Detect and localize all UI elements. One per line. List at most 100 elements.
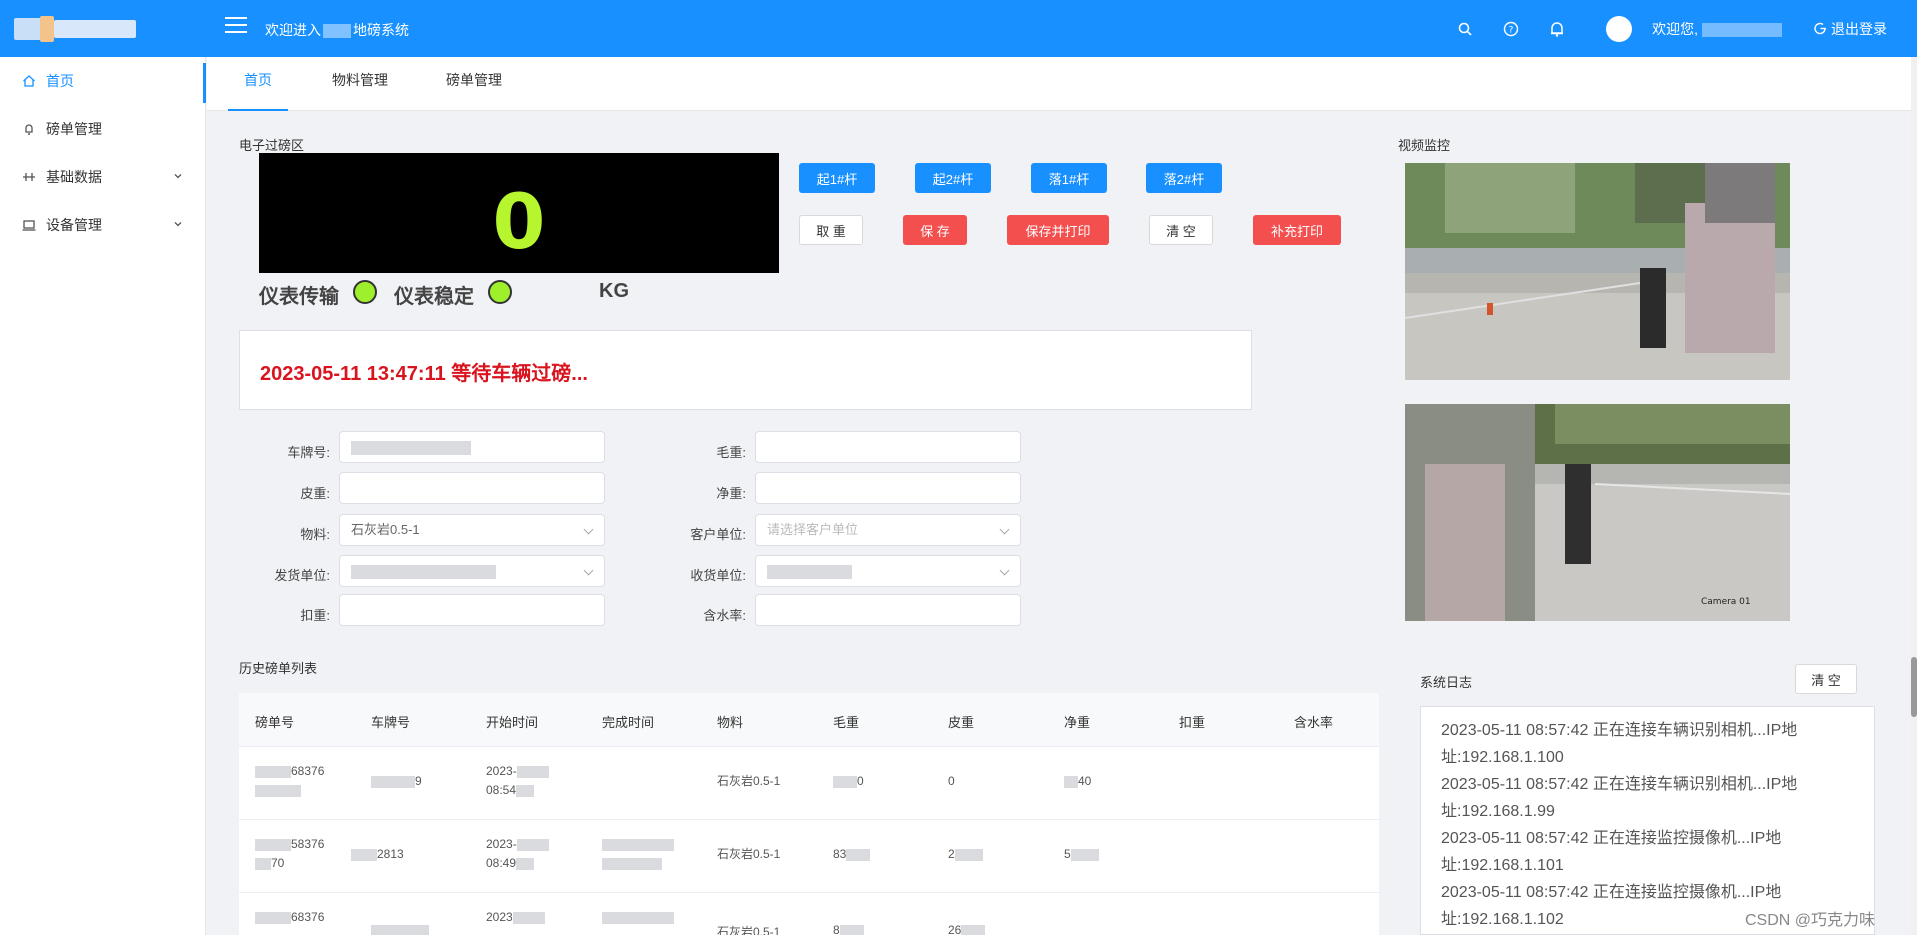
customer-select[interactable]: 请选择客户单位 [755,514,1021,546]
camera-caption: Camera 01 [1701,597,1751,607]
laptop-icon [22,220,36,231]
logout-button[interactable]: 退出登录 [1814,19,1887,39]
raise-gate2-button[interactable]: 起2#杆 [915,163,991,193]
history-title: 历史磅单列表 [239,661,318,676]
indicator-stable-led [488,280,512,304]
gross-input[interactable] [755,431,1021,463]
top-header: 欢迎进入 地磅系统 ? 欢迎您, 退出登录 [0,0,1917,57]
menu-toggle-icon[interactable] [225,17,247,37]
sidebar-item-home[interactable]: 首页 [0,57,206,105]
column-header: 皮重 [948,715,975,730]
log-line: 址:192.168.1.99 [1441,803,1555,820]
user-avatar[interactable] [1606,15,1633,42]
sidebar-item-device[interactable]: 设备管理 [0,201,205,249]
table-row[interactable]: 68376 9 2023- 08:54 石灰岩0.5-1 0 0 40 [239,747,1379,820]
watermark: CSDN @巧克力味 [1745,912,1876,929]
help-icon[interactable]: ? [1498,16,1524,42]
log-line: 2023-05-11 08:57:42 正在连接监控摄像机...IP地 [1441,884,1782,901]
home-icon [23,75,35,87]
camera-feed-2: Camera 01 [1405,404,1790,621]
log-clear-button[interactable]: 清 空 [1795,664,1857,694]
svg-text:?: ? [1509,25,1514,35]
cell-material: 石灰岩0.5-1 [717,847,781,861]
search-icon[interactable] [1452,16,1478,42]
notification-bell-icon[interactable] [1544,16,1570,42]
cell-tare: 2 [948,847,955,861]
deduct-input[interactable] [339,594,605,626]
net-input[interactable] [755,472,1021,504]
sidebar-item-basic-data[interactable]: 基础数据 [0,153,205,201]
shipper-label: 发货单位: [274,568,330,583]
table-header: 磅单号 车牌号 开始时间 完成时间 物料 毛重 皮重 净重 扣重 含水率 [239,693,1379,747]
column-header: 净重 [1064,715,1091,730]
column-header: 磅单号 [255,715,295,730]
cell-gross: 8 [833,923,840,935]
material-select[interactable]: 石灰岩0.5-1 [339,514,605,546]
tare-input[interactable] [339,472,605,504]
shipper-select[interactable] [339,555,605,587]
cell-bill-no: 58376 [291,837,325,851]
lower-gate1-button[interactable]: 落1#杆 [1031,163,1107,193]
system-title: 欢迎进入 地磅系统 [265,22,409,39]
moisture-label: 含水率: [703,608,746,623]
column-header: 完成时间 [602,715,655,730]
cell-plate: 2813 [377,847,404,861]
bell-icon [25,124,33,135]
log-line: 2023-05-11 08:57:42 正在连接车辆识别相机...IP地 [1441,776,1798,793]
log-line: 址:192.168.1.101 [1441,857,1564,874]
column-header: 物料 [717,715,744,730]
app-logo [14,12,136,46]
status-message: 2023-05-11 13:47:11 等待车辆过磅... [260,363,588,385]
moisture-input[interactable] [755,594,1021,626]
log-line: 址:192.168.1.100 [1441,749,1564,766]
cell-material: 石灰岩0.5-1 [717,925,781,935]
sidebar: 首页 磅单管理 基础数据 设备管理 [0,57,206,935]
customer-label: 客户单位: [690,527,746,542]
table-row[interactable]: 68376 2023 石灰岩0.5-1 8 26 [239,893,1379,935]
receiver-label: 收货单位: [690,568,746,583]
material-label: 物料: [300,527,330,542]
sliders-icon [23,173,35,181]
clear-button[interactable]: 清 空 [1149,215,1213,245]
log-line: 2023-05-11 08:57:42 正在连接监控摄像机...IP地 [1441,830,1782,847]
column-header: 车牌号 [371,715,411,730]
cell-tare: 26 [948,923,962,935]
plate-input[interactable] [339,431,605,463]
tab-home[interactable]: 首页 [228,57,288,111]
net-label: 净重: [716,486,746,501]
scrollbar-thumb[interactable] [1911,657,1917,717]
save-and-print-button[interactable]: 保存并打印 [1007,215,1109,245]
video-section-title: 视频监控 [1398,138,1451,153]
plate-label: 车牌号: [287,445,330,460]
tare-label: 皮重: [300,486,330,501]
column-header: 开始时间 [486,715,539,730]
chevron-down-icon [174,222,182,227]
sidebar-item-label: 首页 [46,73,74,89]
logout-icon [1814,22,1826,35]
save-button[interactable]: 保 存 [903,215,967,245]
log-line: 2023-05-11 08:57:42 正在连接车辆识别相机...IP地 [1441,722,1798,739]
reprint-button[interactable]: 补充打印 [1253,215,1341,245]
cell-tare: 0 [948,774,955,788]
welcome-text: 欢迎您, [1652,19,1782,39]
indicator-transmit-led [353,280,377,304]
sidebar-item-weighbill[interactable]: 磅单管理 [0,105,205,153]
lower-gate2-button[interactable]: 落2#杆 [1146,163,1222,193]
status-message-box: 2023-05-11 13:47:11 等待车辆过磅... [239,330,1252,410]
cell-start: 2023- [486,764,517,778]
cell-start: 2023- [486,837,517,851]
deduct-label: 扣重: [300,608,330,623]
raise-gate1-button[interactable]: 起1#杆 [799,163,875,193]
tab-material-management[interactable]: 物料管理 [325,57,395,111]
column-header: 扣重 [1179,715,1206,730]
log-section-title: 系统日志 [1420,675,1473,690]
chevron-down-icon [174,174,182,179]
take-weight-button[interactable]: 取 重 [799,215,863,245]
cell-bill-no: 68376 [291,764,325,778]
tab-weighbill-management[interactable]: 磅单管理 [439,57,509,111]
receiver-select[interactable] [755,555,1021,587]
indicator-stable-label: 仪表稳定 [394,286,474,308]
page-scrollbar[interactable] [1911,57,1917,935]
indicator-transmit-label: 仪表传输 [259,286,339,308]
table-row[interactable]: 58376 70 2813 2023- 08:49 石灰岩0.5-1 83 2 5 [239,820,1379,893]
